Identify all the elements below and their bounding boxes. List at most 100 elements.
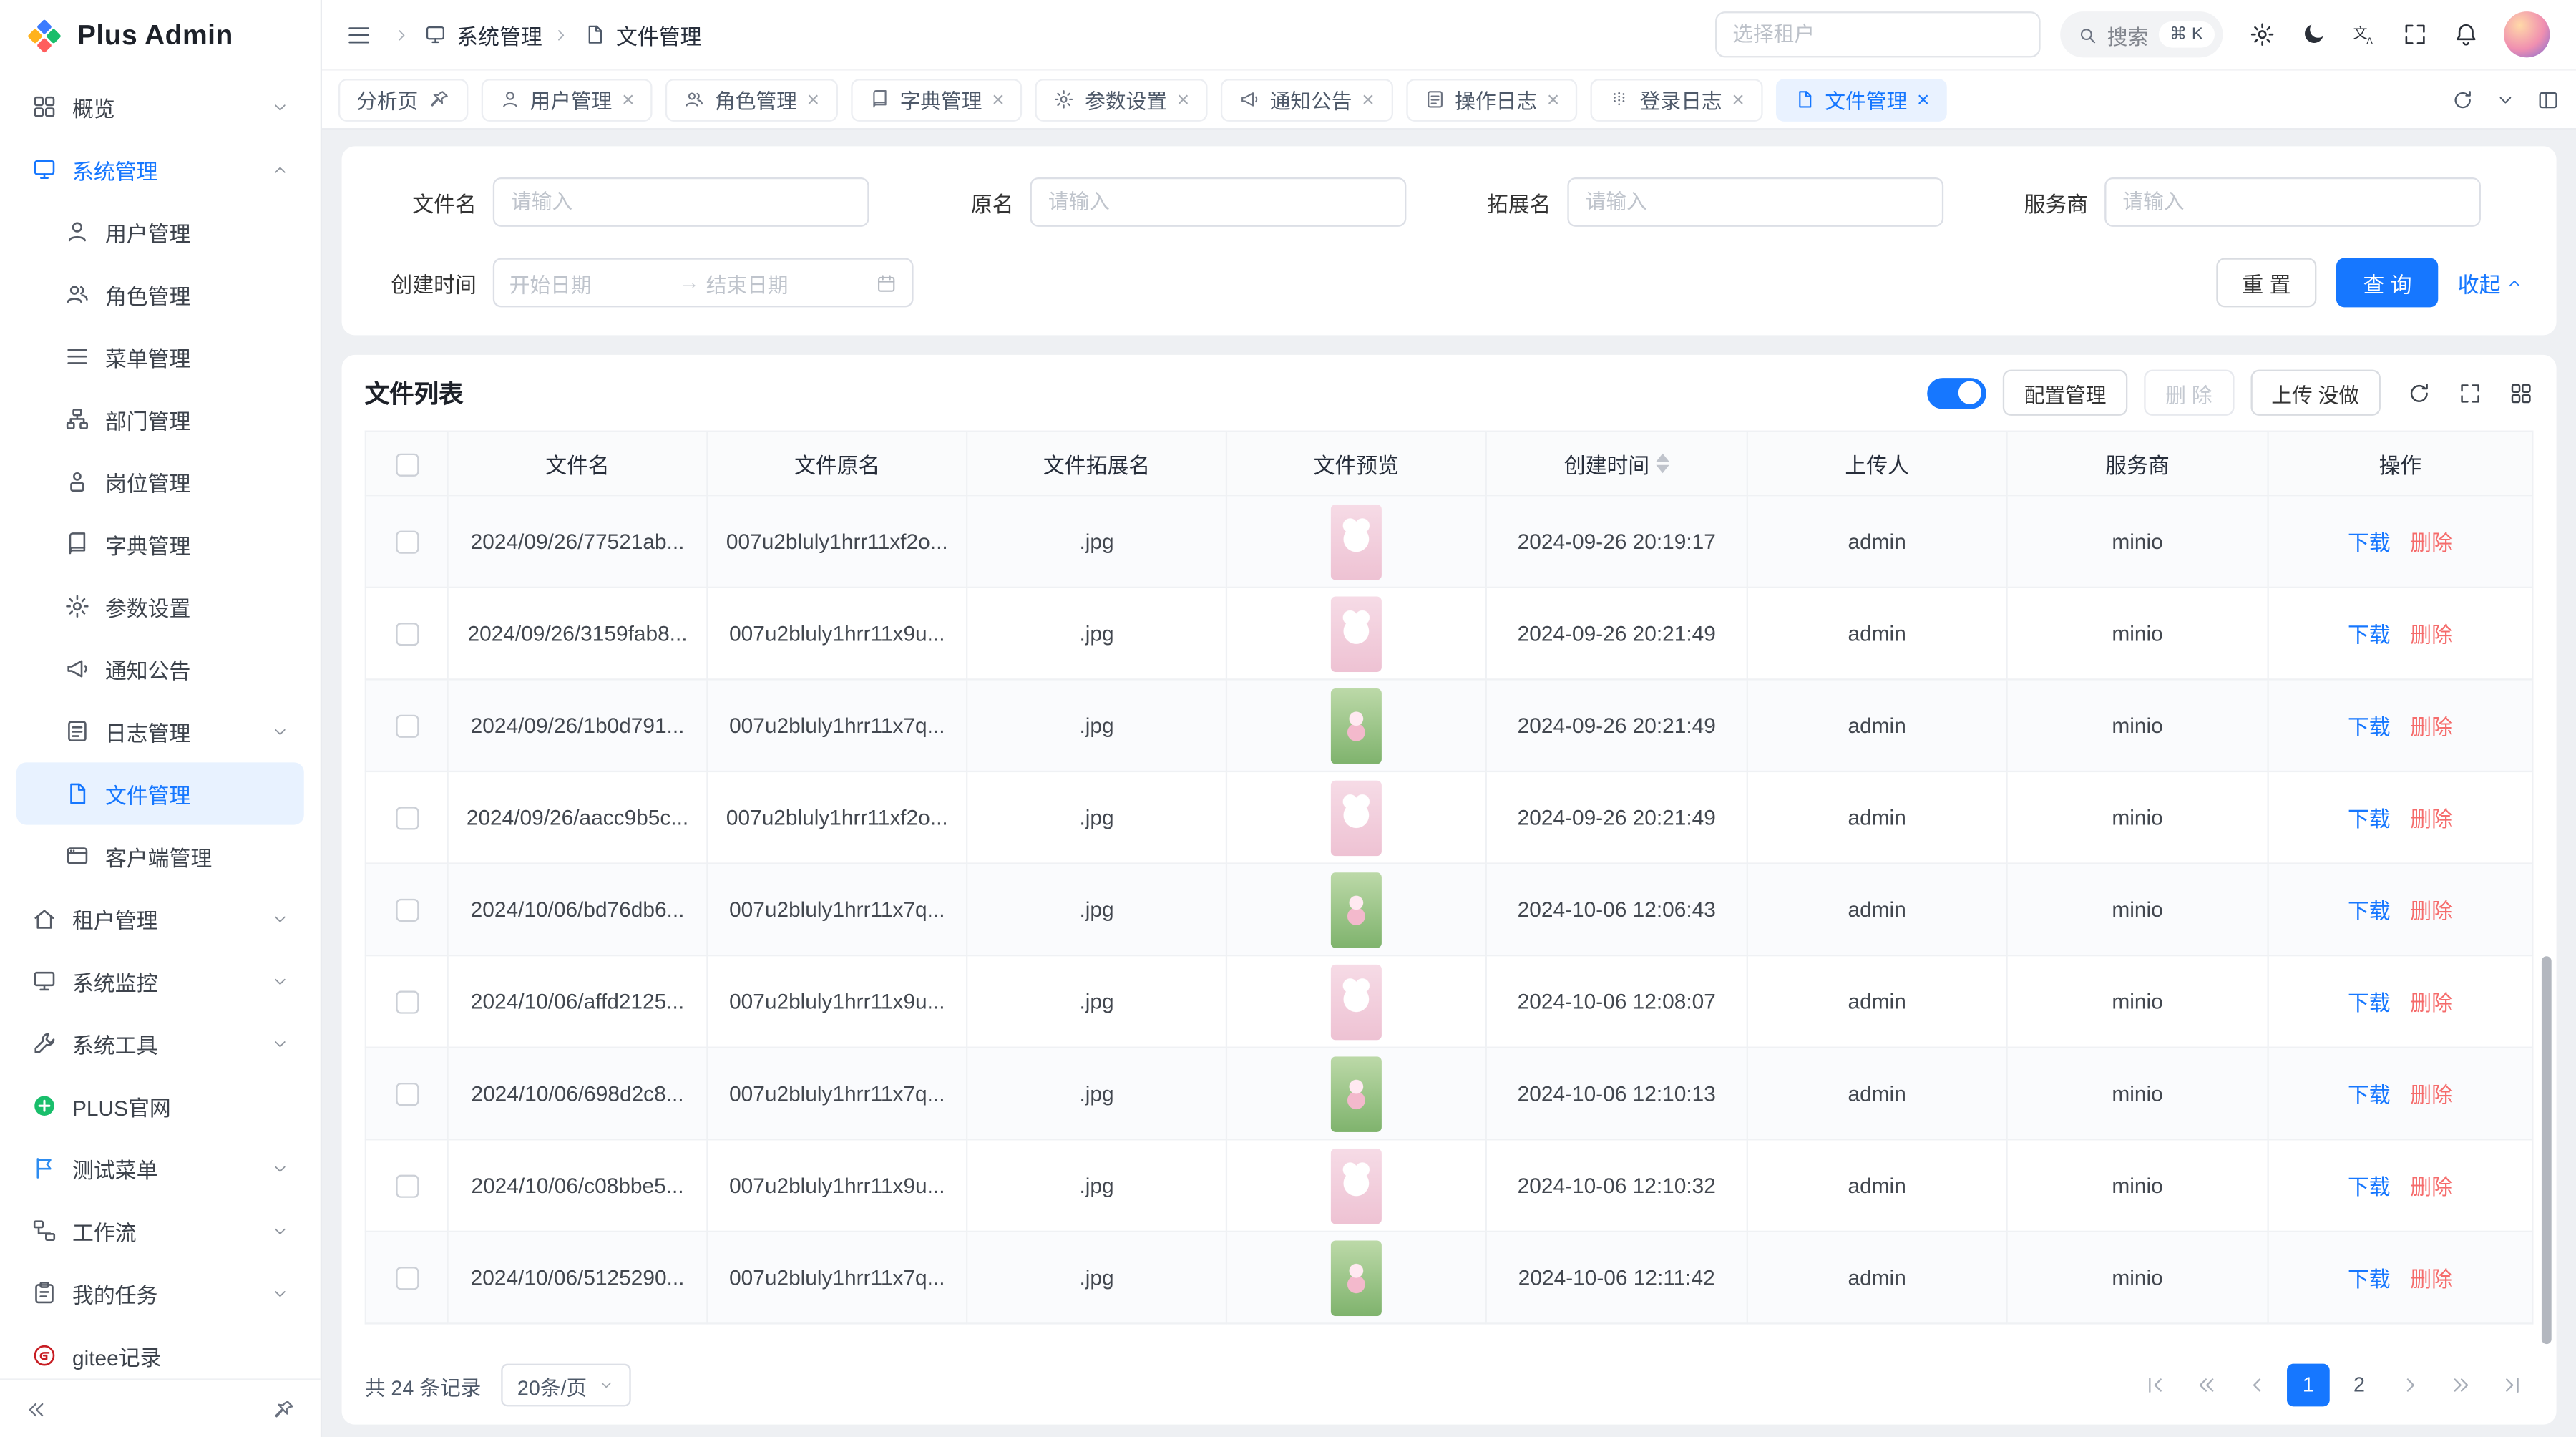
delete-link[interactable]: 删除 bbox=[2410, 986, 2453, 1018]
tab-menu-chevron-icon[interactable] bbox=[2496, 89, 2516, 109]
tab-close-icon[interactable]: × bbox=[992, 89, 1004, 110]
refresh-table-icon[interactable] bbox=[2407, 381, 2431, 405]
filter-field-input[interactable] bbox=[2104, 177, 2481, 227]
tab-close-icon[interactable]: × bbox=[1177, 89, 1189, 110]
tab[interactable]: 文件管理 × bbox=[1775, 78, 1947, 121]
delete-link[interactable]: 删除 bbox=[2410, 710, 2453, 741]
download-link[interactable]: 下载 bbox=[2348, 986, 2391, 1018]
tab-close-icon[interactable]: × bbox=[1732, 89, 1744, 110]
sidebar-item[interactable]: 字典管理 bbox=[16, 512, 304, 575]
sidebar-item[interactable]: 通知公告 bbox=[16, 638, 304, 700]
sidebar-item[interactable]: 部门管理 bbox=[16, 388, 304, 450]
sidebar-item[interactable]: 菜单管理 bbox=[16, 326, 304, 388]
next-10-pages-button[interactable] bbox=[2440, 1364, 2483, 1407]
sidebar-item[interactable]: 系统管理 bbox=[16, 138, 304, 200]
tab[interactable]: 登录日志 × bbox=[1591, 78, 1762, 121]
row-checkbox[interactable] bbox=[395, 1267, 418, 1290]
date-end-placeholder[interactable]: 结束日期 bbox=[706, 267, 869, 298]
delete-link[interactable]: 删除 bbox=[2410, 894, 2453, 925]
tab[interactable]: 用户管理 × bbox=[481, 78, 653, 121]
row-checkbox[interactable] bbox=[395, 1175, 418, 1198]
next-page-button[interactable] bbox=[2389, 1364, 2431, 1407]
file-preview-image[interactable] bbox=[1331, 595, 1382, 671]
tab[interactable]: 字典管理 × bbox=[851, 78, 1023, 121]
download-link[interactable]: 下载 bbox=[2348, 1262, 2391, 1293]
page-size-select[interactable]: 20条/页 bbox=[501, 1364, 631, 1407]
search-button[interactable]: 查 询 bbox=[2337, 258, 2438, 307]
download-link[interactable]: 下载 bbox=[2348, 710, 2391, 741]
collapse-filters-link[interactable]: 收起 bbox=[2458, 267, 2524, 298]
tab[interactable]: 参数设置 × bbox=[1035, 78, 1207, 121]
sidebar-item[interactable]: 参数设置 bbox=[16, 575, 304, 638]
download-link[interactable]: 下载 bbox=[2348, 894, 2391, 925]
file-preview-image[interactable] bbox=[1331, 504, 1382, 580]
delete-button[interactable]: 删 除 bbox=[2144, 370, 2233, 416]
filter-field-input[interactable] bbox=[493, 177, 869, 227]
download-link[interactable]: 下载 bbox=[2348, 526, 2391, 557]
file-preview-image[interactable] bbox=[1331, 779, 1382, 855]
delete-link[interactable]: 删除 bbox=[2410, 618, 2453, 649]
breadcrumb-item[interactable]: 系统管理 bbox=[393, 19, 542, 50]
language-translate-icon[interactable] bbox=[2351, 21, 2378, 48]
first-page-button[interactable] bbox=[2135, 1364, 2177, 1407]
upload-button[interactable]: 上传 没做 bbox=[2250, 370, 2380, 416]
sidebar-item[interactable]: 工作流 bbox=[16, 1199, 304, 1262]
last-page-button[interactable] bbox=[2491, 1364, 2534, 1407]
user-avatar[interactable] bbox=[2504, 11, 2550, 57]
date-start-placeholder[interactable]: 开始日期 bbox=[509, 267, 673, 298]
fullscreen-icon[interactable] bbox=[2402, 21, 2429, 48]
sidebar-item[interactable]: 我的任务 bbox=[16, 1262, 304, 1324]
sidebar-item[interactable]: 系统工具 bbox=[16, 1012, 304, 1074]
sidebar-item[interactable]: 日志管理 bbox=[16, 700, 304, 762]
delete-link[interactable]: 删除 bbox=[2410, 1262, 2453, 1293]
tab[interactable]: 角色管理 × bbox=[665, 78, 837, 121]
settings-gear-icon[interactable] bbox=[2249, 21, 2275, 48]
tab-close-icon[interactable]: × bbox=[1362, 89, 1374, 110]
sidebar-item[interactable]: PLUS官网 bbox=[16, 1075, 304, 1137]
row-checkbox[interactable] bbox=[395, 807, 418, 830]
delete-link[interactable]: 删除 bbox=[2410, 1170, 2453, 1202]
download-link[interactable]: 下载 bbox=[2348, 618, 2391, 649]
tenant-select[interactable] bbox=[1714, 11, 2040, 57]
row-checkbox[interactable] bbox=[395, 715, 418, 738]
download-link[interactable]: 下载 bbox=[2348, 802, 2391, 833]
delete-link[interactable]: 删除 bbox=[2410, 526, 2453, 557]
column-header[interactable]: 创建时间 bbox=[1486, 432, 1747, 496]
column-header[interactable]: 服务商 bbox=[2007, 432, 2268, 496]
tab-close-icon[interactable]: × bbox=[807, 89, 819, 110]
app-logo[interactable]: Plus Admin bbox=[0, 0, 321, 72]
sidebar-item[interactable]: 客户端管理 bbox=[16, 825, 304, 887]
sidebar-collapse-button[interactable] bbox=[20, 1393, 53, 1426]
sidebar-item[interactable]: 概览 bbox=[16, 76, 304, 138]
notifications-bell-icon[interactable] bbox=[2453, 21, 2479, 48]
sidebar-item[interactable]: 用户管理 bbox=[16, 200, 304, 263]
sidebar-item[interactable]: 测试菜单 bbox=[16, 1137, 304, 1199]
column-header[interactable]: 上传人 bbox=[1747, 432, 2007, 496]
sidebar-item[interactable]: 系统监控 bbox=[16, 950, 304, 1012]
download-link[interactable]: 下载 bbox=[2348, 1078, 2391, 1109]
select-all-checkbox[interactable] bbox=[395, 453, 418, 476]
row-checkbox[interactable] bbox=[395, 900, 418, 922]
row-checkbox[interactable] bbox=[395, 1083, 418, 1106]
refresh-icon[interactable] bbox=[2451, 88, 2474, 111]
row-checkbox[interactable] bbox=[395, 531, 418, 554]
column-header[interactable]: 文件原名 bbox=[707, 432, 967, 496]
prev-page-button[interactable] bbox=[2236, 1364, 2279, 1407]
table-scrollbar[interactable] bbox=[2542, 956, 2552, 1344]
sidebar-toggle-icon[interactable] bbox=[345, 21, 373, 49]
layout-columns-icon[interactable] bbox=[2537, 88, 2560, 111]
file-preview-image[interactable] bbox=[1331, 1148, 1382, 1224]
page-number-button[interactable]: 2 bbox=[2338, 1364, 2381, 1407]
page-number-button[interactable]: 1 bbox=[2287, 1364, 2330, 1407]
file-preview-image[interactable] bbox=[1331, 872, 1382, 948]
column-header[interactable]: 文件拓展名 bbox=[967, 432, 1226, 496]
file-preview-image[interactable] bbox=[1331, 1056, 1382, 1131]
prev-10-pages-button[interactable] bbox=[2185, 1364, 2228, 1407]
tab-close-icon[interactable]: × bbox=[1917, 89, 1929, 110]
column-settings-icon[interactable] bbox=[2509, 381, 2533, 405]
config-manage-button[interactable]: 配置管理 bbox=[2003, 370, 2128, 416]
pin-icon[interactable] bbox=[428, 89, 449, 110]
delete-link[interactable]: 删除 bbox=[2410, 1078, 2453, 1109]
row-checkbox[interactable] bbox=[395, 623, 418, 646]
dark-mode-moon-icon[interactable] bbox=[2300, 21, 2326, 48]
